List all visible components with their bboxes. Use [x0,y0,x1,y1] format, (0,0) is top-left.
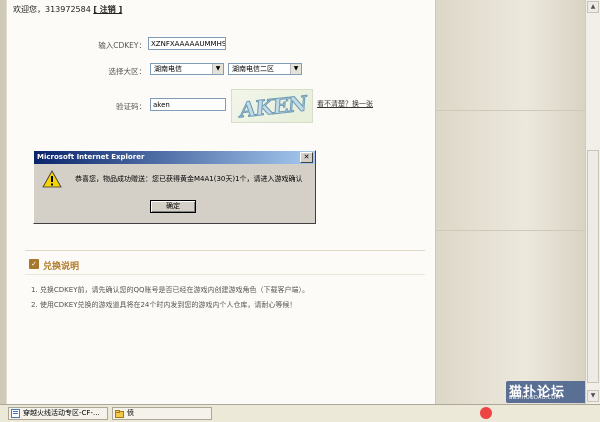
ok-button[interactable]: 确定 [150,200,196,213]
captcha-image[interactable]: AKEN [231,89,313,123]
welcome-bar: 欢迎您，313972584 [ 注销 ] [13,4,122,15]
server-select[interactable]: 湖南电信二区 ▼ [228,63,302,75]
section-check-icon: ✓ [29,259,39,269]
region-select[interactable]: 湖南电信 ▼ [150,63,224,75]
region-select-value: 湖南电信 [154,65,182,73]
logout-link[interactable]: [ 注销 ] [93,5,122,14]
welcome-text: 欢迎您，313972584 [13,5,91,14]
taskbar-tab-label: 偾 [127,409,134,417]
cdkey-label: 输入CDKEY： [98,41,146,50]
dropdown-arrow-icon: ▼ [212,64,223,74]
scroll-down-icon[interactable]: ▼ [587,390,599,402]
server-select-value: 湖南电信二区 [232,65,274,73]
taskbar-tab-cf[interactable]: 穿越火线活动专区-CF-... [8,407,108,420]
region-label: 选择大区： [108,67,147,76]
right-decoration [436,0,585,404]
decor-stripe [436,110,585,111]
captcha-image-text: AKEN [238,90,308,123]
scrollbar-thumb[interactable] [587,150,599,383]
section-divider [25,274,425,275]
dialog-title: Microsoft Internet Explorer [37,153,145,161]
note-item: 2. 使用CDKEY兑换的游戏道具将在24个时内发到您的游戏内个人仓库，请耐心等… [31,301,297,309]
scroll-up-icon[interactable]: ▲ [587,1,599,13]
refresh-captcha-link[interactable]: 看不清楚？换一张 [317,99,373,109]
close-icon[interactable]: ✕ [300,152,313,163]
taskbar-tab-label: 穿越火线活动专区-CF-... [23,409,100,417]
folder-icon [115,410,124,418]
page-background: 欢迎您，313972584 [ 注销 ] 输入CDKEY： XZNFXAAAAA… [0,0,585,404]
taskbar-tab-folder[interactable]: 偾 [112,407,212,420]
taskbar: 穿越火线活动专区-CF-... 偾 [0,404,600,422]
alert-dialog: Microsoft Internet Explorer ✕ 恭喜您，物品成功赠送… [33,150,316,224]
site-watermark: 猫扑论坛 BBS.HOUDAO.COM [506,381,585,403]
tray-icon[interactable] [480,407,492,419]
cdkey-input[interactable]: XZNFXAAAAAUMMHSY [148,37,226,50]
vertical-scrollbar[interactable]: ▲ ▼ [585,0,600,404]
captcha-input[interactable]: aken [150,98,226,111]
decor-stripe [436,230,585,231]
watermark-url: BBS.HOUDAO.COM [509,395,561,401]
warning-icon [42,170,62,188]
section-title: 兑换说明 [43,262,80,272]
left-edge-decoration [0,0,6,404]
section-divider [25,250,425,251]
dialog-message: 恭喜您，物品成功赠送：您已获得黄金M4A1(30天)1个，请进入游戏确认 [75,175,303,183]
dialog-title-bar: Microsoft Internet Explorer ✕ [34,151,315,164]
dropdown-arrow-icon: ▼ [290,64,301,74]
captcha-label: 验证码： [116,102,146,111]
note-item: 1. 兑换CDKEY前，请先确认您的QQ账号是否已经在游戏内创建游戏角色（下载客… [31,286,309,294]
ie-page-icon [11,409,20,418]
